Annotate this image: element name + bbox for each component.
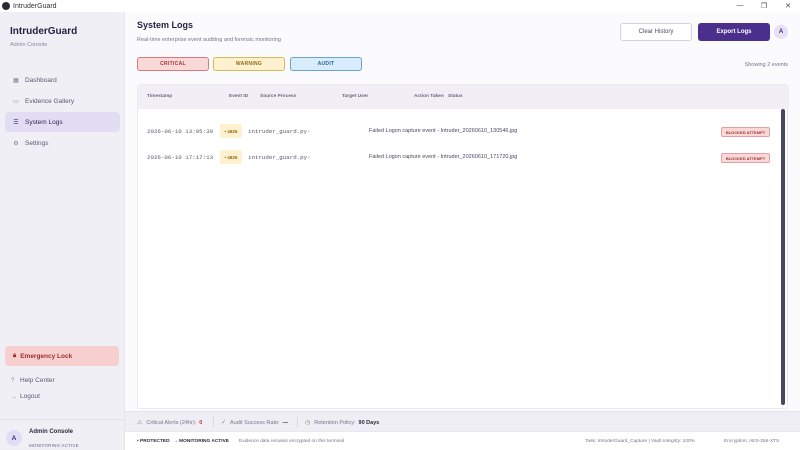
event-id-badge: • 4625: [220, 150, 242, 164]
cell-timestamp: 2026-06-10 13:05:39: [147, 128, 214, 135]
logout-label: Logout: [20, 393, 40, 400]
audit-success-value: —: [282, 419, 289, 426]
list-icon: ☰: [13, 119, 19, 126]
table-header: Timestamp Event ID Source Process Target…: [138, 85, 789, 109]
cell-source: intruder_guard.py-: [248, 154, 311, 161]
minimize-button[interactable]: —: [728, 2, 752, 10]
grid-icon: ▦: [13, 77, 19, 84]
window-controls: — ❐ ✕: [728, 2, 800, 10]
encryption-status: Encryption: AES-256-XTS: [724, 439, 780, 444]
audit-success-metric: ✓ Audit Success Rate: —: [221, 419, 289, 427]
export-logs-button[interactable]: Export Logs: [698, 23, 770, 41]
brand-title: IntruderGuard: [10, 26, 78, 37]
window-title: IntruderGuard: [13, 2, 57, 10]
column-header[interactable]: Source Process: [260, 94, 296, 99]
filter-critical[interactable]: CRITICAL: [137, 57, 209, 71]
retention-metric: ◷ Retention Policy: 90 Days: [305, 419, 380, 427]
clear-history-button[interactable]: Clear History: [620, 23, 692, 41]
cell-action: Failed Logon capture event - Intruder_20…: [369, 128, 518, 134]
critical-alerts-label: Critical Alerts (24hr):: [146, 419, 197, 426]
emergency-lock-label: Emergency Lock: [20, 352, 73, 360]
protected-status: • PROTECTED: [137, 439, 170, 444]
sidebar-item-evidence-gallery[interactable]: ▭ Evidence Gallery: [5, 91, 120, 111]
sidebar-item-system-logs[interactable]: ☰ System Logs: [5, 112, 120, 132]
page-title: System Logs: [137, 20, 194, 30]
clock-icon: ◷: [305, 420, 311, 426]
logout-icon: →: [11, 393, 17, 400]
sidebar-item-settings[interactable]: ⚙ Settings: [5, 133, 120, 153]
lock-icon: 🔒︎: [13, 352, 17, 359]
column-header[interactable]: Timestamp: [147, 94, 172, 99]
image-icon: ▭: [13, 98, 19, 105]
table-row[interactable]: 2026-06-10 17:17:13 • 4625 intruder_guar…: [138, 145, 789, 171]
sidebar: IntruderGuard Admin Console ▦ Dashboard …: [0, 12, 125, 450]
sidebar-item-label: Dashboard: [25, 76, 57, 84]
help-center-link[interactable]: ? Help Center: [11, 377, 55, 384]
column-header[interactable]: Target User: [342, 94, 368, 99]
gear-icon: ⚙: [13, 140, 19, 147]
check-icon: ✓: [221, 420, 227, 426]
page-subtitle: Real-time enterprise event auditing and …: [137, 37, 281, 43]
table-scrollbar[interactable]: [781, 109, 785, 405]
avatar[interactable]: A: [6, 430, 22, 446]
sidebar-item-label: Settings: [25, 139, 49, 147]
table-row[interactable]: 2026-06-10 13:05:39 • 4625 intruder_guar…: [138, 119, 789, 145]
help-icon: ?: [11, 377, 15, 384]
close-button[interactable]: ✕: [776, 2, 800, 10]
monitoring-status: → MONITORING ACTIVE: [173, 439, 229, 444]
column-header[interactable]: Status: [448, 94, 463, 99]
logs-table: Timestamp Event ID Source Process Target…: [137, 84, 789, 409]
filter-warning[interactable]: WARNING: [213, 57, 285, 71]
event-count: Showing 2 events: [744, 62, 788, 68]
retention-value: 90 Days: [358, 419, 380, 426]
user-name: Admin Console: [29, 429, 74, 435]
filter-audit[interactable]: AUDIT: [290, 57, 362, 71]
event-id-badge: • 4625: [220, 124, 242, 138]
main-content: System Logs Real-time enterprise event a…: [125, 12, 800, 450]
window-titlebar: IntruderGuard — ❐ ✕: [0, 0, 800, 12]
audit-success-label: Audit Success Rate:: [230, 419, 280, 426]
user-status: MONITORING ACTIVE: [29, 443, 79, 448]
sidebar-divider: [0, 419, 125, 420]
status-badge: BLOCKED ATTEMPT: [721, 153, 770, 163]
encryption-note: Evidence data remains encrypted on this …: [239, 439, 345, 444]
logout-link[interactable]: → Logout: [11, 393, 40, 400]
task-status: Task: IntruderGuard_Capture | Vault Inte…: [585, 439, 695, 444]
footer-divider: [297, 417, 298, 427]
maximize-button[interactable]: ❐: [752, 2, 776, 10]
brand-subtitle: Admin Console: [10, 42, 48, 48]
cell-action: Failed Logon capture event - Intruder_20…: [369, 154, 518, 160]
footer-divider: [213, 417, 214, 427]
alert-icon: ⚠: [137, 420, 143, 426]
column-header[interactable]: Action Taken: [414, 94, 444, 99]
status-badge: BLOCKED ATTEMPT: [721, 127, 770, 137]
retention-label: Retention Policy:: [314, 419, 356, 426]
emergency-lock-button[interactable]: 🔒︎ Emergency Lock: [5, 346, 119, 366]
header-avatar[interactable]: A: [774, 25, 788, 39]
help-center-label: Help Center: [20, 377, 55, 384]
sidebar-item-label: System Logs: [25, 118, 63, 126]
metrics-footer: ⚠ Critical Alerts (24hr): 0 ✓ Audit Succ…: [125, 411, 800, 431]
sidebar-nav: ▦ Dashboard ▭ Evidence Gallery ☰ System …: [5, 70, 120, 154]
sidebar-item-label: Evidence Gallery: [25, 97, 75, 105]
cell-timestamp: 2026-06-10 17:17:13: [147, 154, 214, 161]
sidebar-item-dashboard[interactable]: ▦ Dashboard: [5, 70, 120, 90]
critical-alerts-metric: ⚠ Critical Alerts (24hr): 0: [137, 419, 203, 427]
cell-source: intruder_guard.py-: [248, 128, 311, 135]
app-logo-icon: [2, 2, 10, 10]
status-bar: • PROTECTED → MONITORING ACTIVE Evidence…: [125, 431, 800, 450]
column-header[interactable]: Event ID: [229, 94, 248, 99]
critical-alerts-value: 0: [199, 419, 203, 426]
